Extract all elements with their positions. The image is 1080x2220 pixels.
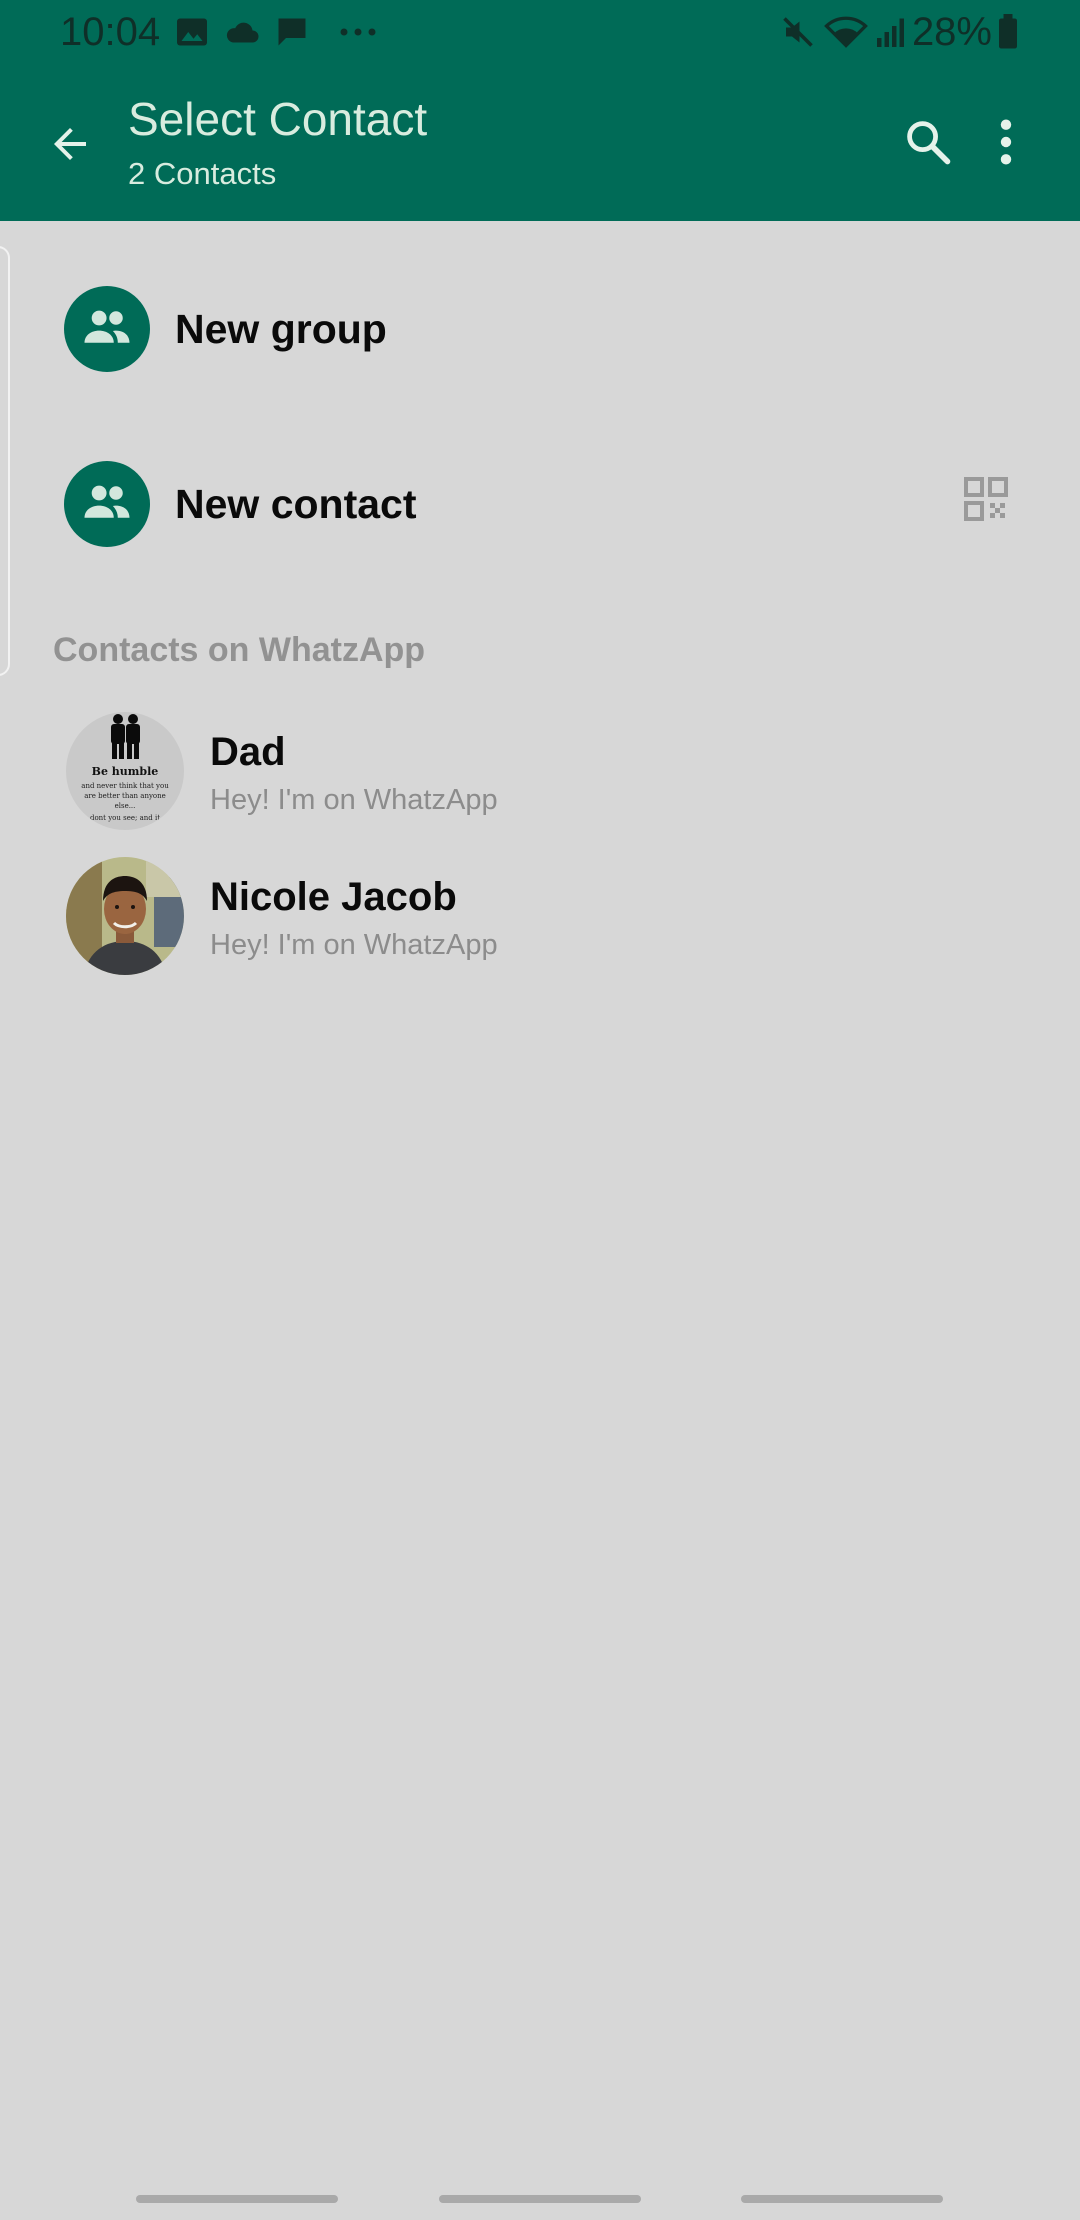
gesture-recents-bar[interactable]: [136, 2195, 338, 2203]
new-contact-row[interactable]: New contact: [0, 433, 1080, 573]
back-arrow-icon: [46, 120, 94, 173]
mute-icon: [780, 14, 816, 50]
qr-code-icon: [962, 475, 1010, 528]
contact-row-nicole-jacob[interactable]: Nicole Jacob Hey! I'm on WhatzApp: [0, 847, 1080, 987]
search-button[interactable]: [894, 110, 962, 178]
new-group-avatar: [64, 286, 150, 372]
page-title: Select Contact: [128, 93, 428, 145]
signal-icon: [874, 14, 910, 50]
new-contact-avatar: [64, 461, 150, 547]
battery-percentage: 28%: [911, 10, 992, 54]
message-icon: [274, 14, 310, 50]
image-icon: [174, 14, 210, 50]
new-group-label: New group: [175, 306, 387, 352]
search-icon: [902, 116, 954, 173]
new-group-row[interactable]: New group: [0, 258, 1080, 398]
avatar-caption-line: dont you see; and it: [90, 814, 160, 822]
contact-status: Hey! I'm on WhatzApp: [210, 784, 498, 816]
contacts-count: 2 Contacts: [128, 156, 277, 191]
battery-icon: [996, 14, 1020, 50]
more-vert-icon: [996, 116, 1016, 173]
status-bar: 10:04 28%: [0, 0, 1080, 64]
contact-avatar: Be humble and never think that you are b…: [66, 712, 184, 830]
qr-code-button[interactable]: [958, 473, 1014, 529]
more-options-button[interactable]: [972, 110, 1040, 178]
status-time: 10:04: [60, 10, 161, 54]
back-button[interactable]: [36, 112, 104, 180]
cloud-icon: [222, 14, 259, 50]
contact-row-dad[interactable]: Be humble and never think that you are b…: [0, 702, 1080, 842]
app-bar: Select Contact 2 Contacts: [0, 64, 1080, 221]
group-icon: [80, 475, 134, 534]
avatar-caption-line: are better than anyone: [84, 792, 166, 800]
gesture-back-bar[interactable]: [741, 2195, 943, 2203]
group-icon: [80, 300, 134, 359]
contact-name: Nicole Jacob: [210, 875, 457, 919]
avatar-caption-line: else...: [115, 802, 136, 810]
avatar-caption-title: Be humble: [92, 765, 159, 778]
wifi-icon: [824, 14, 868, 50]
contact-name: Dad: [210, 730, 286, 774]
new-contact-label: New contact: [175, 481, 417, 527]
more-notifications-icon: [336, 14, 382, 50]
section-header: Contacts on WhatzApp: [53, 631, 426, 669]
gesture-home-bar[interactable]: [439, 2195, 641, 2203]
contact-avatar: [66, 857, 184, 975]
avatar-caption-line: and never think that you: [81, 782, 169, 790]
contact-status: Hey! I'm on WhatzApp: [210, 929, 498, 961]
